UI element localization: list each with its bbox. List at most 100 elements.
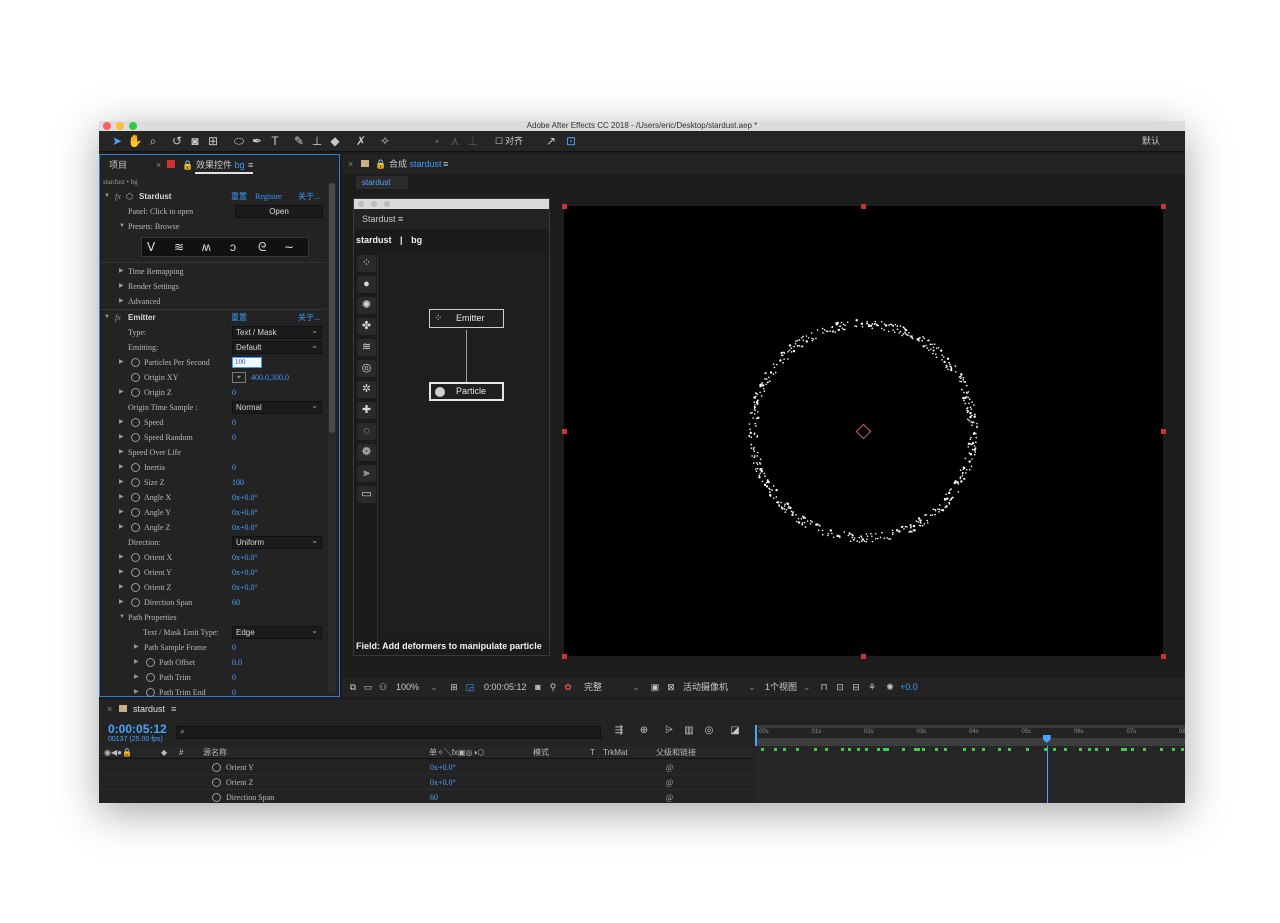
- zoom-window-button[interactable]: [384, 201, 390, 207]
- breadcrumb-comp[interactable]: stardust: [356, 235, 392, 245]
- trkmat-header[interactable]: TrkMat: [603, 746, 628, 759]
- origin-xy-value[interactable]: 400.0,300.0: [251, 370, 289, 385]
- collapse-triangle-icon[interactable]: ▶: [134, 640, 139, 655]
- speed-over-life-row[interactable]: ▶ Speed Over Life: [100, 445, 326, 460]
- layer-handle[interactable]: [1161, 654, 1166, 659]
- add-module-icon[interactable]: ✚: [357, 402, 376, 419]
- stardust-about-link[interactable]: 关于...: [298, 189, 320, 204]
- stopwatch-icon[interactable]: [131, 373, 140, 382]
- motion-blur-icon[interactable]: ◎: [701, 723, 717, 739]
- keyframe-marker[interactable]: [935, 748, 938, 751]
- eraser-tool-icon[interactable]: ◆: [327, 133, 343, 149]
- keyframe-marker[interactable]: [1064, 748, 1067, 751]
- breadcrumb-layer[interactable]: bg: [411, 235, 422, 245]
- effects-scrollbar[interactable]: [328, 183, 336, 693]
- keyframe-marker[interactable]: [761, 748, 764, 751]
- parent-link-header[interactable]: 父级和链接: [656, 746, 696, 759]
- path-sample-frame-value[interactable]: 0: [232, 640, 236, 655]
- keyframe-marker[interactable]: [1008, 748, 1011, 751]
- ellipse-tool-icon[interactable]: ⬭: [231, 133, 247, 149]
- timeline-track-area[interactable]: [755, 746, 1185, 803]
- advanced-row[interactable]: ▶ Advanced: [100, 294, 326, 309]
- keyframe-marker[interactable]: [972, 748, 975, 751]
- collapse-triangle-icon[interactable]: ▶: [119, 264, 124, 279]
- exposure-value[interactable]: +0.0: [900, 677, 918, 697]
- pen-tool-icon[interactable]: ✒: [249, 133, 265, 149]
- layer-handle[interactable]: [861, 654, 866, 659]
- path-offset-value[interactable]: 0.0: [232, 655, 242, 670]
- show-snapshot-icon[interactable]: ⚲: [545, 679, 561, 695]
- preset-thumb-6[interactable]: ∼: [284, 240, 294, 254]
- keyframe-marker[interactable]: [774, 748, 777, 751]
- display-icon[interactable]: ▭: [360, 679, 376, 695]
- collapse-triangle-icon[interactable]: ▶: [134, 685, 139, 698]
- emitter-node[interactable]: ⁘ Emitter: [429, 309, 504, 328]
- collapse-triangle-icon[interactable]: ▶: [119, 595, 124, 610]
- angle-y-value[interactable]: 0x+0.0°: [232, 505, 258, 520]
- camera-tool-icon[interactable]: ◙: [187, 133, 203, 149]
- emit-type-dropdown[interactable]: Edge: [232, 625, 322, 639]
- keyframe-marker[interactable]: [1121, 748, 1127, 751]
- region-of-interest-icon[interactable]: ◲: [462, 679, 478, 695]
- orient-y-value[interactable]: 0x+0.0°: [232, 565, 258, 580]
- mask-visibility-icon[interactable]: ⚇: [375, 679, 391, 695]
- keyframe-marker[interactable]: [914, 748, 920, 751]
- close-window-button[interactable]: [358, 201, 364, 207]
- emitter-module-icon[interactable]: ⁘: [357, 255, 376, 272]
- stopwatch-icon[interactable]: [212, 793, 221, 802]
- collapse-triangle-icon[interactable]: ▶: [134, 670, 139, 685]
- particle-module-icon[interactable]: ●: [357, 276, 376, 293]
- size-z-value[interactable]: 100: [232, 475, 244, 490]
- pick-whip-icon[interactable]: @: [666, 775, 673, 790]
- scrollbar-thumb[interactable]: [329, 183, 335, 433]
- reset-exposure-icon[interactable]: ✺: [882, 679, 898, 695]
- stopwatch-icon[interactable]: [131, 478, 140, 487]
- crosshair-icon[interactable]: ⌖: [232, 372, 246, 383]
- keyframe-marker[interactable]: [1160, 748, 1163, 751]
- chevron-down-icon[interactable]: ⌄: [748, 677, 756, 697]
- timeline-icon[interactable]: ⊟: [848, 679, 864, 695]
- keyframe-marker[interactable]: [865, 748, 868, 751]
- resolution-dropdown[interactable]: 完整: [584, 677, 602, 697]
- always-preview-icon[interactable]: ⧉: [345, 679, 361, 695]
- stopwatch-icon[interactable]: [131, 463, 140, 472]
- collapse-triangle-icon[interactable]: ▶: [119, 415, 124, 430]
- stopwatch-icon[interactable]: [212, 763, 221, 772]
- snap-options-icon[interactable]: ⊡: [563, 133, 579, 149]
- force-module-icon[interactable]: ✤: [357, 318, 376, 335]
- composition-mini-flowchart-icon[interactable]: ⇶: [611, 723, 627, 739]
- orient-z-value[interactable]: 0x+0.0°: [232, 580, 258, 595]
- expand-triangle-icon[interactable]: ▼: [104, 310, 110, 325]
- comp-breadcrumb-tab[interactable]: stardust: [356, 176, 408, 189]
- zoom-tool-icon[interactable]: ⌕: [145, 133, 161, 149]
- expand-triangle-icon[interactable]: ▼: [119, 219, 125, 234]
- puppet-tool-icon[interactable]: ✧: [377, 133, 393, 149]
- source-name-header[interactable]: 源名称: [203, 746, 227, 759]
- origin-z-value[interactable]: 0: [232, 385, 236, 400]
- view-axis-icon[interactable]: ⊥: [465, 133, 481, 149]
- frame-blending-icon[interactable]: ▥: [681, 723, 697, 739]
- stopwatch-icon[interactable]: [131, 583, 140, 592]
- local-axis-icon[interactable]: ▪: [429, 133, 445, 149]
- keyframe-marker[interactable]: [1172, 748, 1175, 751]
- collapse-triangle-icon[interactable]: ▶: [119, 279, 124, 294]
- collapse-triangle-icon[interactable]: ▶: [119, 430, 124, 445]
- collapse-triangle-icon[interactable]: ▶: [119, 490, 124, 505]
- minimize-window-button[interactable]: [371, 201, 377, 207]
- type-tool-icon[interactable]: T: [267, 133, 283, 149]
- stopwatch-icon[interactable]: [131, 358, 140, 367]
- stopwatch-icon[interactable]: [131, 388, 140, 397]
- stopwatch-icon[interactable]: [146, 673, 155, 682]
- time-ruler[interactable]: 00s 01s 02s 03s 04s 05s 06s 07s 08s: [755, 725, 1185, 746]
- keyframe-marker[interactable]: [982, 748, 985, 751]
- keyframe-marker[interactable]: [998, 748, 1001, 751]
- chevron-down-icon[interactable]: ⌄: [803, 677, 811, 697]
- mode-header[interactable]: 模式: [533, 746, 549, 759]
- zoom-dropdown[interactable]: 100%: [396, 677, 419, 697]
- emitter-reset-link[interactable]: 重置: [231, 310, 247, 325]
- keyframe-marker[interactable]: [796, 748, 799, 751]
- current-time-display[interactable]: 0:00:05:12: [484, 677, 527, 697]
- collapse-triangle-icon[interactable]: ▶: [119, 445, 124, 460]
- angle-x-value[interactable]: 0x+0.0°: [232, 490, 258, 505]
- layer-handle[interactable]: [562, 654, 567, 659]
